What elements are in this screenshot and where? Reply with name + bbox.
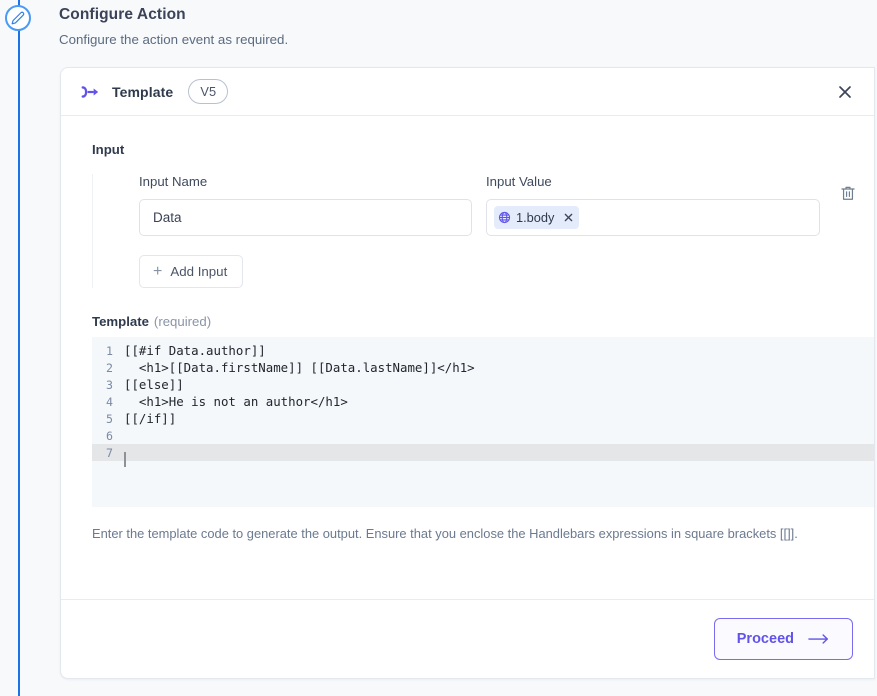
line-number: 3	[106, 377, 113, 392]
line-number: 5	[106, 411, 113, 426]
code-line[interactable]: 6	[92, 427, 874, 444]
value-chip[interactable]: 1.body	[494, 206, 580, 229]
line-source: [[/if]]	[124, 411, 177, 426]
input-name-column: Input Name Data	[139, 174, 472, 236]
version-badge: V5	[188, 79, 229, 104]
line-number: 2	[106, 360, 113, 375]
input-name-value: Data	[153, 210, 182, 225]
value-chip-label: 1.body	[516, 210, 555, 225]
line-number: 1	[106, 343, 113, 358]
code-line[interactable]: 1 [[#if Data.author]]	[92, 342, 874, 359]
arrow-right-icon	[808, 633, 830, 645]
globe-icon	[498, 211, 511, 224]
input-name-field[interactable]: Data	[139, 199, 472, 236]
code-line[interactable]: 2 <h1>[[Data.firstName]] [[Data.lastName…	[92, 359, 874, 376]
trash-icon[interactable]	[837, 182, 859, 204]
card-header: Template V5	[61, 68, 874, 116]
configure-action-card: Template V5 Input Input Name Data Input …	[60, 67, 875, 679]
proceed-label: Proceed	[736, 631, 794, 647]
page-header: Configure Action Configure the action ev…	[59, 6, 859, 48]
code-line[interactable]: 4 <h1>He is not an author</h1>	[92, 393, 874, 410]
step-rail-line	[18, 0, 20, 696]
step-badge	[5, 5, 31, 31]
page-title: Configure Action	[59, 6, 186, 23]
input-value-column: Input Value 1.body	[486, 174, 820, 236]
editor-help-text: Enter the template code to generate the …	[92, 526, 798, 541]
code-line[interactable]: 3 [[else]]	[92, 376, 874, 393]
input-name-label: Input Name	[139, 174, 208, 189]
template-required-hint: (required)	[153, 314, 212, 329]
add-input-button[interactable]: + Add Input	[139, 255, 244, 288]
code-line[interactable]: 7	[92, 444, 874, 467]
line-number: 4	[106, 394, 113, 409]
template-code-editor[interactable]: 1 [[#if Data.author]] 2 <h1>[[Data.firstNa…	[92, 337, 874, 507]
step-rail	[0, 0, 38, 696]
line-number: 6	[106, 428, 113, 443]
add-input-label: Add Input	[170, 264, 228, 279]
close-icon[interactable]	[830, 77, 860, 107]
template-section: Template (required) 1 [[#if Data.author]] 2…	[61, 314, 874, 544]
card-body: Input Input Name Data Input Value 1.body…	[61, 116, 874, 600]
input-section-heading: Input	[92, 142, 125, 157]
input-value-field[interactable]: 1.body	[486, 199, 820, 236]
template-label-row: Template (required)	[92, 314, 874, 329]
line-source: <h1>[[Data.firstName]] [[Data.lastName]]…	[124, 360, 475, 375]
card-footer: Proceed	[61, 599, 874, 678]
page-subtitle: Configure the action event as required.	[59, 31, 289, 47]
line-source: <h1>He is not an author</h1>	[124, 394, 348, 409]
plus-icon: +	[153, 262, 163, 280]
template-arrow-icon	[80, 82, 100, 102]
line-number: 7	[106, 445, 113, 460]
card-title: Template	[112, 83, 174, 100]
code-lines: 1 [[#if Data.author]] 2 <h1>[[Data.firstNa…	[92, 337, 874, 467]
proceed-button[interactable]: Proceed	[713, 618, 853, 660]
input-row: Input Name Data Input Value 1.body	[139, 174, 874, 236]
template-label: Template	[92, 314, 149, 329]
pencil-edit-icon	[11, 11, 25, 25]
chip-remove-icon[interactable]	[563, 212, 574, 223]
line-source: [[#if Data.author]]	[124, 343, 266, 358]
input-value-label: Input Value	[486, 174, 552, 189]
line-source: [[else]]	[124, 377, 184, 392]
input-group: Input Name Data Input Value 1.body + Add…	[92, 174, 874, 288]
code-line[interactable]: 5 [[/if]]	[92, 410, 874, 427]
